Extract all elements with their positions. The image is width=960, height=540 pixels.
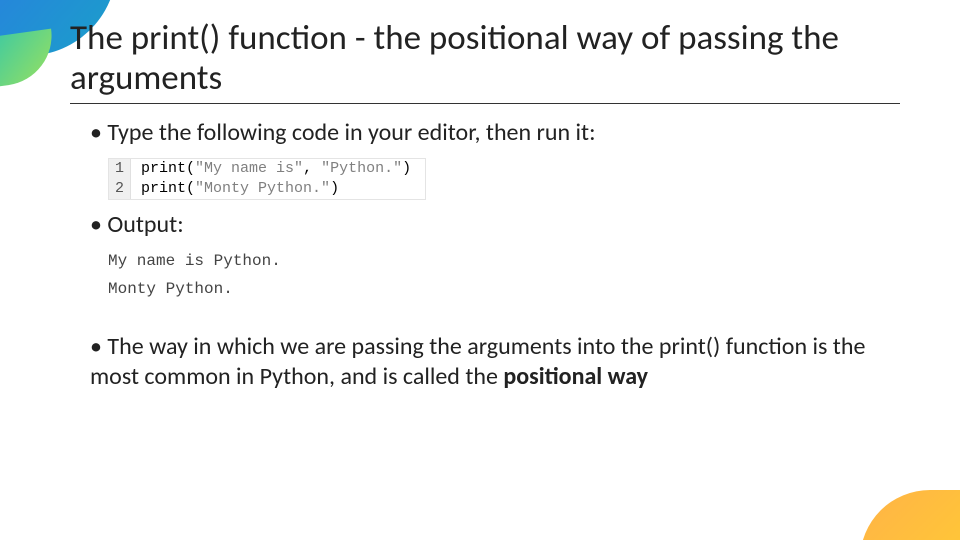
bullet-output-label: Output:	[90, 210, 900, 240]
output-line-2: Monty Python.	[108, 280, 281, 298]
code-text: print("My name is", "Python.")	[131, 159, 425, 179]
output-block: My name is Python. Monty Python.	[108, 252, 281, 308]
decor-bottom-right-orange	[860, 490, 960, 540]
line-number: 2	[109, 179, 131, 199]
bullet-explanation: The way in which we are passing the argu…	[90, 332, 900, 392]
bullet-instruction: Type the following code in your editor, …	[90, 118, 900, 148]
code-block: 1 print("My name is", "Python.") 2 print…	[108, 158, 426, 201]
code-line-1: 1 print("My name is", "Python.")	[109, 159, 425, 179]
output-line-1: My name is Python.	[108, 252, 281, 270]
slide: The print() function - the positional wa…	[0, 0, 960, 540]
slide-content: The print() function - the positional wa…	[0, 0, 960, 392]
term-positional-way: positional way	[503, 362, 648, 391]
line-number: 1	[109, 159, 131, 179]
code-line-2: 2 print("Monty Python.")	[109, 179, 425, 199]
code-text: print("Monty Python.")	[131, 179, 353, 199]
slide-title: The print() function - the positional wa…	[70, 18, 900, 104]
